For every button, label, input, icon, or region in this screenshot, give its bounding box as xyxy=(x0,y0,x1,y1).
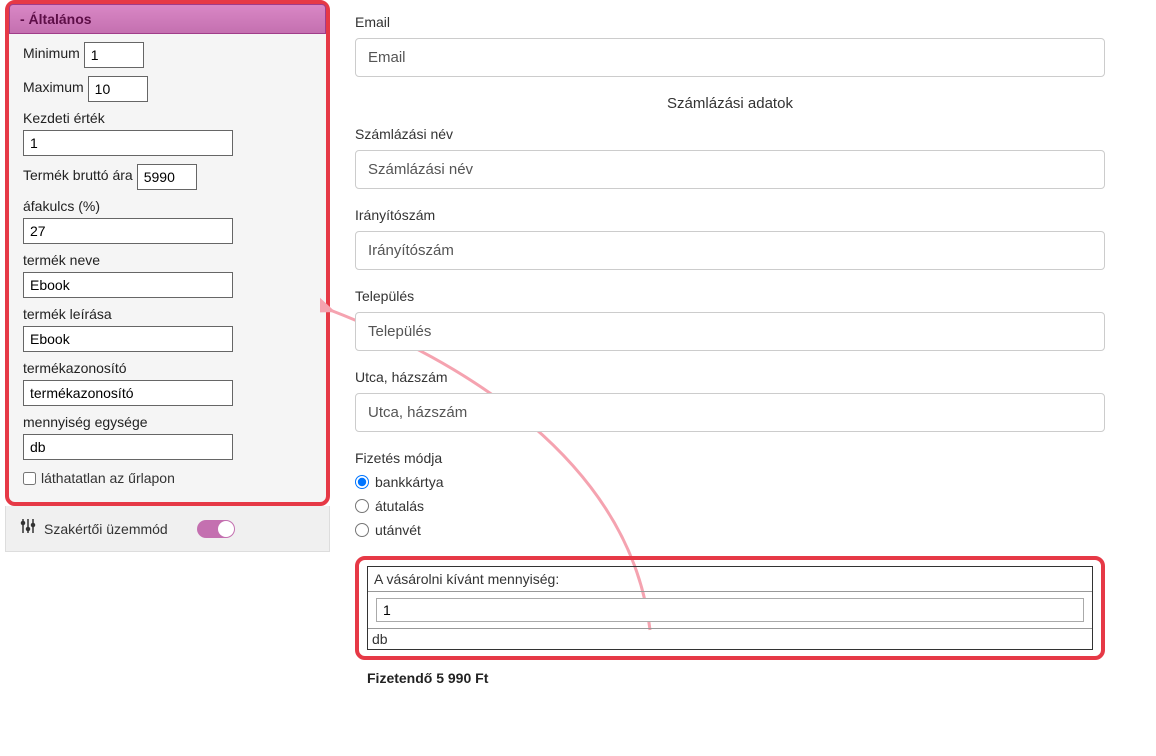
initial-label: Kezdeti érték xyxy=(23,110,312,126)
minimum-input[interactable] xyxy=(84,42,144,68)
city-input[interactable] xyxy=(355,312,1105,351)
payment-transfer-radio[interactable] xyxy=(355,499,369,513)
street-label: Utca, házszám xyxy=(355,369,1105,385)
product-desc-input[interactable] xyxy=(23,326,233,352)
billing-name-label: Számlázási név xyxy=(355,126,1105,142)
product-name-label: termék neve xyxy=(23,252,312,268)
billing-name-input[interactable] xyxy=(355,150,1105,189)
product-desc-label: termék leírása xyxy=(23,306,312,322)
vat-label: áfakulcs (%) xyxy=(23,198,312,214)
payment-card-label: bankkártya xyxy=(375,474,443,490)
product-name-input[interactable] xyxy=(23,272,233,298)
zip-input[interactable] xyxy=(355,231,1105,270)
maximum-input[interactable] xyxy=(88,76,148,102)
payment-transfer-label: átutalás xyxy=(375,498,424,514)
expert-label: Szakértői üzemmód xyxy=(44,521,168,537)
quantity-box: A vásárolni kívánt mennyiség: db xyxy=(355,556,1105,660)
gross-price-label: Termék bruttó ára xyxy=(23,167,133,183)
payment-card-radio[interactable] xyxy=(355,475,369,489)
product-id-label: termékazonosító xyxy=(23,360,312,376)
gross-price-input[interactable] xyxy=(137,164,197,190)
city-label: Település xyxy=(355,288,1105,304)
billing-heading: Számlázási adatok xyxy=(355,95,1105,112)
invisible-label: láthatatlan az űrlapon xyxy=(41,470,175,486)
product-id-input[interactable] xyxy=(23,380,233,406)
minimum-label: Minimum xyxy=(23,45,80,61)
quantity-input[interactable] xyxy=(376,598,1084,622)
unit-input[interactable] xyxy=(23,434,233,460)
quantity-label: A vásárolni kívánt mennyiség: xyxy=(368,567,1092,592)
quantity-unit: db xyxy=(368,629,1092,649)
expert-toggle[interactable] xyxy=(197,520,235,538)
maximum-label: Maximum xyxy=(23,79,84,95)
sidebar-header: - Általános xyxy=(9,4,326,34)
zip-label: Irányítószám xyxy=(355,207,1105,223)
vat-input[interactable] xyxy=(23,218,233,244)
total-label: Fizetendő 5 990 Ft xyxy=(355,670,1105,686)
payment-cod-radio[interactable] xyxy=(355,523,369,537)
street-input[interactable] xyxy=(355,393,1105,432)
payment-label: Fizetés módja xyxy=(355,450,1105,466)
payment-cod-label: utánvét xyxy=(375,522,421,538)
invisible-checkbox[interactable] xyxy=(23,472,36,485)
initial-input[interactable] xyxy=(23,130,233,156)
email-label: Email xyxy=(355,14,1105,30)
email-input[interactable] xyxy=(355,38,1105,77)
sliders-icon xyxy=(20,518,36,539)
unit-label: mennyiség egysége xyxy=(23,414,312,430)
